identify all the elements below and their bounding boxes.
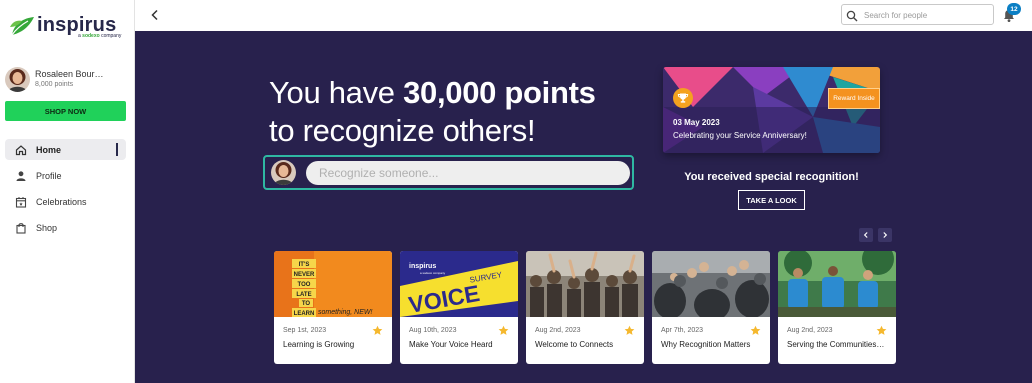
people-search[interactable]: [841, 4, 994, 25]
award-text: Celebrating your Service Anniversary!: [673, 131, 807, 140]
sidebar-item-label: Profile: [36, 170, 62, 181]
shopping-bag-icon: [15, 222, 27, 234]
main-content: You have 30,000 points to recognize othe…: [135, 31, 1032, 383]
svg-text:TOO: TOO: [298, 282, 311, 288]
card-image-connects: [526, 251, 644, 317]
card-date: Aug 2nd, 2023: [535, 327, 581, 334]
notification-badge[interactable]: 12: [1007, 3, 1021, 15]
avatar[interactable]: [5, 67, 30, 92]
card-title: Learning is Growing: [283, 340, 355, 349]
recognize-box[interactable]: [263, 155, 634, 190]
svg-text:NEVER: NEVER: [294, 272, 315, 278]
sidebar-item-label: Celebrations: [36, 196, 87, 207]
home-icon: [15, 144, 27, 156]
avatar: [271, 160, 296, 185]
card-date: Sep 1st, 2023: [283, 327, 327, 334]
chevron-left-icon[interactable]: [148, 8, 162, 22]
search-icon: [846, 9, 858, 22]
inspirus-logo[interactable]: inspirus a sodexo company: [10, 14, 128, 42]
carousel-prev-button[interactable]: [859, 228, 873, 242]
special-recognition-text: You received special recognition!: [684, 171, 859, 183]
card-title: Make Your Voice Heard: [409, 340, 493, 349]
search-input[interactable]: [864, 7, 990, 23]
sidebar: inspirus a sodexo company Rosaleen Bour……: [0, 0, 135, 383]
carousel-next-button[interactable]: [878, 228, 892, 242]
card-date: Aug 10th, 2023: [409, 327, 457, 334]
points-value: 30,000 points: [403, 75, 596, 110]
sidebar-item-celebrations[interactable]: Celebrations: [5, 191, 126, 212]
calendar-icon: [15, 196, 27, 208]
sidebar-item-profile[interactable]: Profile: [5, 165, 126, 186]
take-a-look-button[interactable]: TAKE A LOOK: [738, 190, 805, 210]
points-headline: You have 30,000 points to recognize othe…: [269, 75, 596, 148]
news-card[interactable]: IT'S NEVER TOO LATE TO LEARN something, …: [274, 251, 392, 364]
chevron-left-icon: [863, 232, 868, 238]
svg-text:TO: TO: [302, 301, 311, 307]
logo-tagline: a sodexo company: [78, 33, 122, 39]
sidebar-item-label: Home: [36, 144, 62, 155]
star-icon[interactable]: [372, 325, 383, 336]
sidebar-nav: Home Profile Celebrations Shop: [5, 139, 126, 243]
star-icon[interactable]: [498, 325, 509, 336]
star-icon[interactable]: [624, 325, 635, 336]
news-card[interactable]: Apr 7th, 2023 Why Recognition Matters: [652, 251, 770, 364]
svg-text:LATE: LATE: [296, 292, 311, 298]
chevron-right-icon: [883, 232, 888, 238]
news-card[interactable]: Aug 2nd, 2023 Serving the Communities…: [778, 251, 896, 364]
star-icon[interactable]: [750, 325, 761, 336]
user-points: 8,000 points: [35, 81, 74, 88]
sidebar-item-home[interactable]: Home: [5, 139, 126, 160]
svg-text:inspirus: inspirus: [409, 263, 436, 270]
card-date: Apr 7th, 2023: [661, 327, 704, 334]
sidebar-item-label: Shop: [36, 222, 58, 233]
news-card[interactable]: inspirus a sodexo company VOICE SURVEY p…: [400, 251, 518, 364]
sidebar-item-shop[interactable]: Shop: [5, 217, 126, 238]
svg-text:something, NEW!: something, NEW!: [318, 309, 373, 316]
person-icon: [15, 170, 27, 182]
award-background-art: [663, 67, 880, 153]
card-title: Serving the Communities…: [787, 340, 885, 349]
card-image-recognition: [652, 251, 770, 317]
star-icon[interactable]: [876, 325, 887, 336]
news-cards: IT'S NEVER TOO LATE TO LEARN something, …: [274, 251, 896, 365]
leaf-logo-icon: [10, 17, 34, 36]
card-title: Welcome to Connects: [535, 340, 614, 349]
svg-text:LEARN: LEARN: [294, 311, 315, 317]
award-card[interactable]: Reward Inside 03 May 2023 Celebrating yo…: [663, 67, 880, 153]
card-image-learning: IT'S NEVER TOO LATE TO LEARN something, …: [274, 251, 392, 317]
svg-text:IT'S: IT'S: [299, 262, 310, 268]
recognize-input[interactable]: [306, 161, 630, 185]
news-card[interactable]: Aug 2nd, 2023 Welcome to Connects: [526, 251, 644, 364]
shop-now-button[interactable]: SHOP NOW: [5, 101, 126, 121]
svg-text:powered by The Happiness Index: powered by The Happiness Index: [450, 311, 495, 315]
card-image-communities: [778, 251, 896, 317]
card-date: Aug 2nd, 2023: [787, 327, 833, 334]
card-title: Why Recognition Matters: [661, 340, 751, 349]
award-date: 03 May 2023: [673, 118, 720, 127]
user-name: Rosaleen Bour…: [35, 69, 104, 79]
trophy-icon: [673, 88, 693, 108]
svg-text:a sodexo company: a sodexo company: [420, 271, 446, 275]
user-card[interactable]: Rosaleen Bour… 8,000 points: [5, 67, 133, 93]
top-bar: 12: [135, 0, 1032, 31]
reward-inside-tag: Reward Inside: [828, 88, 880, 109]
card-image-voice: inspirus a sodexo company VOICE SURVEY p…: [400, 251, 518, 317]
